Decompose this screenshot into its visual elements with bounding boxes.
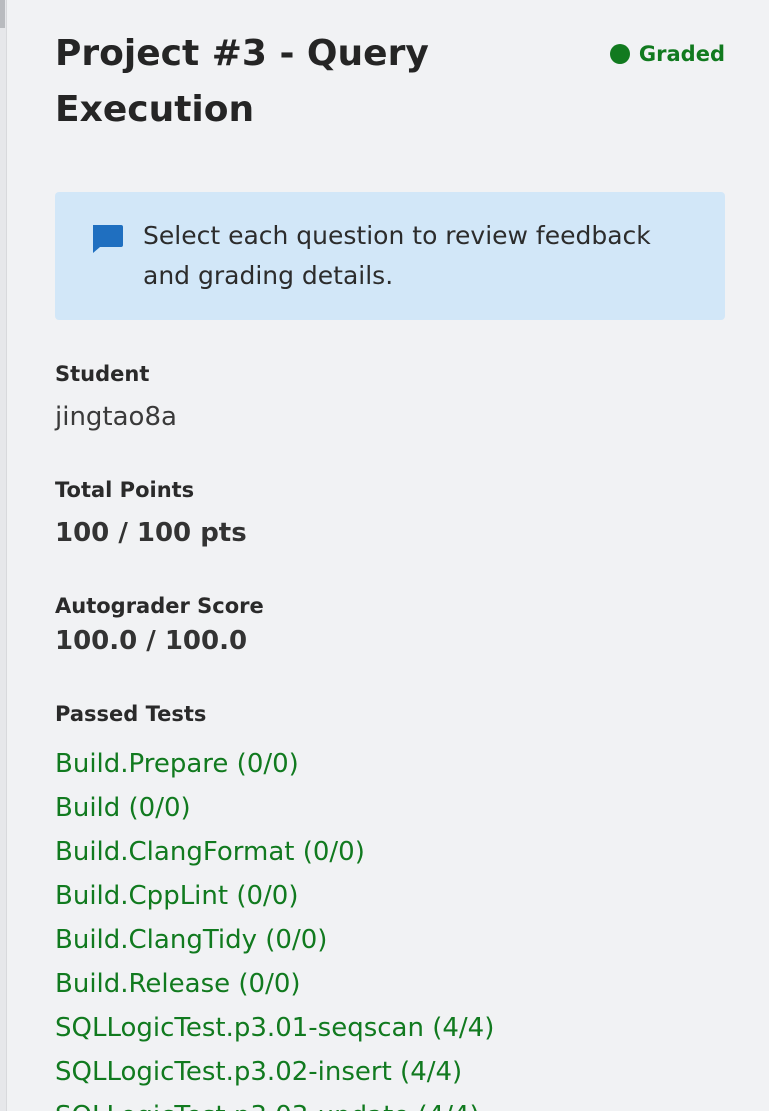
test-item[interactable]: Build (0/0): [55, 786, 494, 830]
status-dot-icon: [609, 44, 630, 64]
test-item[interactable]: Build.Release (0/0): [55, 962, 494, 1006]
autograder-score-value: 100.0 / 100.0: [55, 626, 248, 656]
left-rule: [0, 0, 7, 1111]
title-row: Project #3 - Query Execution Graded: [55, 0, 725, 190]
passed-tests-label: Passed Tests: [55, 702, 207, 726]
test-item[interactable]: SQLLogicTest.p3.01-seqscan (4/4): [55, 1006, 494, 1050]
scrollbar-thumb[interactable]: [0, 0, 5, 28]
message-icon: [93, 225, 123, 253]
info-callout: Select each question to review feedback …: [55, 192, 725, 320]
student-label: Student: [55, 362, 150, 386]
total-points-value: 100 / 100 pts: [55, 518, 247, 548]
page-title: Project #3 - Query Execution: [55, 33, 429, 130]
submission-panel: Project #3 - Query Execution Graded Sele…: [55, 0, 725, 1111]
test-item[interactable]: Build.ClangTidy (0/0): [55, 918, 494, 962]
test-item[interactable]: Build.Prepare (0/0): [55, 742, 494, 786]
status-badge: Graded: [609, 42, 725, 66]
test-item[interactable]: Build.CppLint (0/0): [55, 874, 494, 918]
test-item[interactable]: SQLLogicTest.p3.03-update (4/4): [55, 1094, 494, 1111]
student-value: jingtao8a: [55, 402, 177, 432]
test-item[interactable]: Build.ClangFormat (0/0): [55, 830, 494, 874]
total-points-label: Total Points: [55, 478, 195, 502]
status-label: Graded: [638, 42, 725, 66]
passed-tests-list: Build.Prepare (0/0) Build (0/0) Build.Cl…: [55, 742, 494, 1111]
test-item[interactable]: SQLLogicTest.p3.02-insert (4/4): [55, 1050, 494, 1094]
callout-text: Select each question to review feedback …: [143, 221, 651, 290]
autograder-score-label: Autograder Score: [55, 594, 264, 618]
